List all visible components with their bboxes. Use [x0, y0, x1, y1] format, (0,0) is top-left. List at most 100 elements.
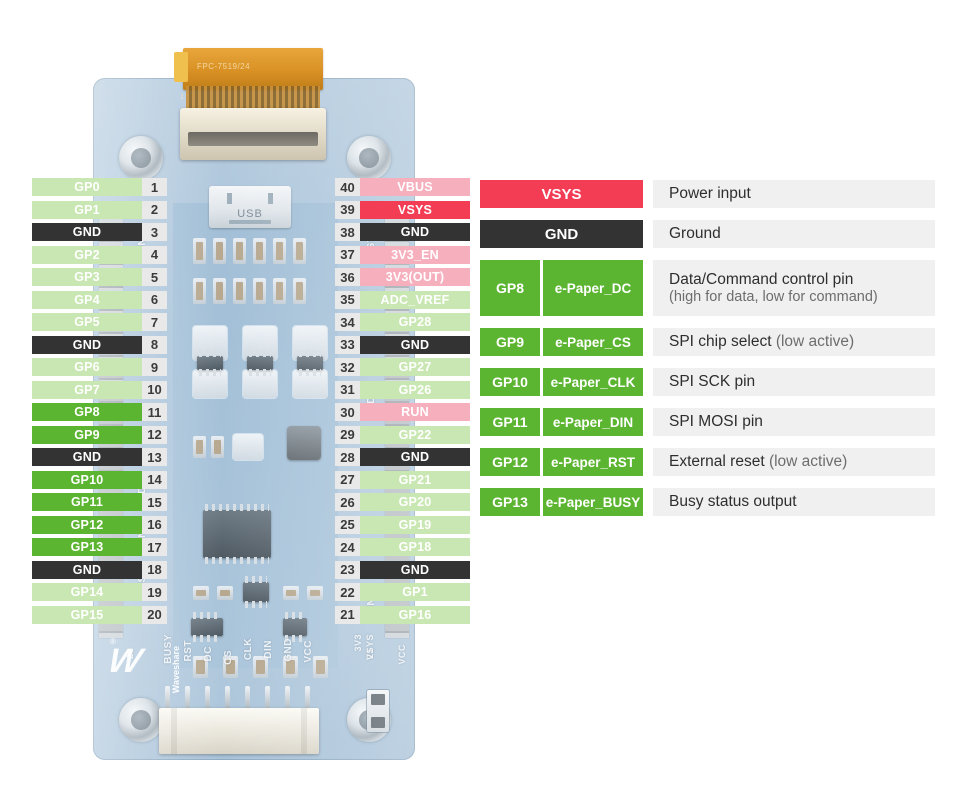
left-pin-column: GP0 1 GP1 2 GND 3 GP2 4 GP3 5 GP4 6 GP5 7 GND 8 GP6 9 GP7 1…	[32, 178, 167, 628]
pin-label: VBUS	[360, 178, 470, 196]
legend-description-sub: (high for data, low for command)	[669, 289, 878, 305]
pin-number: 15	[142, 493, 167, 512]
pin-number: 36	[335, 268, 360, 287]
legend-function-chip: e-Paper_CS	[543, 328, 643, 356]
pin-row: 30 RUN	[335, 403, 470, 422]
pin-number: 6	[142, 290, 167, 309]
pin-label: GP1	[360, 583, 470, 602]
legend-signal-chip: VSYS	[480, 180, 643, 208]
pin-label: GP5	[32, 313, 142, 332]
pin-row: GP14 19	[32, 583, 167, 602]
silk-pin-21: 21	[365, 648, 375, 660]
pin-row: GND 3	[32, 223, 167, 242]
legend-description-main: Ground	[669, 225, 721, 242]
legend-gpio-chip: GP8	[480, 260, 540, 316]
pin-row: 40 VBUS	[335, 178, 470, 196]
pin-label: GP0	[32, 178, 142, 196]
pin-number: 30	[335, 403, 360, 422]
legend-description: Busy status output	[653, 488, 935, 516]
pin-row: 21 GP16	[335, 605, 470, 624]
pin-label: GND	[360, 560, 470, 579]
pin-label: GP19	[360, 515, 470, 534]
silk-conn-vcc: VCC	[303, 640, 314, 663]
pin-number: 8	[142, 335, 167, 354]
pin-label: GP8	[32, 403, 142, 422]
legend-function-chip: e-Paper_DC	[543, 260, 643, 316]
pin-row: 22 GP1	[335, 583, 470, 602]
pin-label: GND	[32, 560, 142, 579]
pin-row: GP8 11	[32, 403, 167, 422]
pin-label: GP9	[32, 425, 142, 444]
pin-row: 39 VSYS	[335, 200, 470, 219]
silk-conn-dc: DC	[203, 646, 214, 662]
pin-row: GP11 15	[32, 493, 167, 512]
pin-label: GP4	[32, 290, 142, 309]
pin-number: 37	[335, 245, 360, 264]
legend-description: SPI MOSI pin	[653, 408, 935, 436]
pin-row: GP15 20	[32, 605, 167, 624]
pin-number: 2	[142, 200, 167, 219]
pin-label: RUN	[360, 403, 470, 422]
pin-row: 27 GP21	[335, 470, 470, 489]
pin-label: GP10	[32, 470, 142, 489]
pin-number: 31	[335, 380, 360, 399]
pin-row: 31 GP26	[335, 380, 470, 399]
mounting-hole	[119, 136, 163, 180]
pin-row: 35 ADC_VREF	[335, 290, 470, 309]
pin-number: 7	[142, 313, 167, 332]
pin-number: 5	[142, 268, 167, 287]
pin-number: 21	[335, 605, 360, 624]
pin-number: 22	[335, 583, 360, 602]
legend-function-chip: e-Paper_BUSY	[543, 488, 643, 516]
legend-gpio-chip: GP13	[480, 488, 540, 516]
fpc-socket	[180, 108, 326, 160]
legend-description: External reset (low active)	[653, 448, 935, 476]
legend-description: SPI SCK pin	[653, 368, 935, 396]
legend-description-main: SPI chip select (low active)	[669, 333, 855, 350]
pin-row: GP10 14	[32, 470, 167, 489]
fpc-pin1-marker: 1	[180, 94, 184, 101]
silk-pin-20: 20	[125, 648, 135, 660]
pin-label: GP28	[360, 313, 470, 332]
pin-label: GP16	[360, 605, 470, 624]
pin-number: 23	[335, 560, 360, 579]
right-pin-column: 40 VBUS 39 VSYS 38 GND 37 3V3_EN 36 3V3(OUT) 35 ADC…	[335, 178, 470, 628]
pin-row: 25 GP19	[335, 515, 470, 534]
legend-description-main: Busy status output	[669, 493, 797, 510]
pin-label: GP3	[32, 268, 142, 287]
usb-connector: USB	[209, 186, 291, 228]
pin-label: GP11	[32, 493, 142, 512]
power-jumper-block[interactable]	[367, 690, 389, 732]
legend-description: Ground	[653, 220, 935, 248]
pin-number: 16	[142, 515, 167, 534]
pin-row: 23 GND	[335, 560, 470, 579]
pin-number: 18	[142, 560, 167, 579]
pin-row: GP4 6	[32, 290, 167, 309]
legend-description-main: External reset (low active)	[669, 453, 848, 470]
fpc-ribbon-cable: FPC-7519/24	[174, 48, 323, 90]
pin-label: GP20	[360, 493, 470, 512]
pin-label: GND	[32, 223, 142, 242]
epaper-fpc-connector	[159, 708, 319, 754]
pin-row: 29 GP22	[335, 425, 470, 444]
pin-label: ADC_VREF	[360, 290, 470, 309]
legend-description-note: (low active)	[768, 453, 848, 470]
pin-row: 33 GND	[335, 335, 470, 354]
pin-row: 32 GP27	[335, 358, 470, 377]
pin-row: GND 18	[32, 560, 167, 579]
mounting-hole	[119, 698, 163, 742]
legend-function-chip: e-Paper_RST	[543, 448, 643, 476]
pin-row: GND 8	[32, 335, 167, 354]
legend-signal-chip: GND	[480, 220, 643, 248]
silk-conn-gnd: GND	[283, 638, 294, 662]
pin-label: 3V3_EN	[360, 245, 470, 264]
pin-row: GP9 12	[32, 425, 167, 444]
legend-row: GP11 e-Paper_DIN SPI MOSI pin	[480, 408, 935, 436]
pin-label: GND	[32, 448, 142, 467]
pin-number: 27	[335, 470, 360, 489]
legend-row: GP13 e-Paper_BUSY Busy status output	[480, 488, 935, 516]
silk-jumper-vsys: VSYS	[365, 634, 375, 661]
pin-number: 29	[335, 425, 360, 444]
legend-description-main: SPI SCK pin	[669, 373, 756, 390]
legend-gpio-chip: GP12	[480, 448, 540, 476]
